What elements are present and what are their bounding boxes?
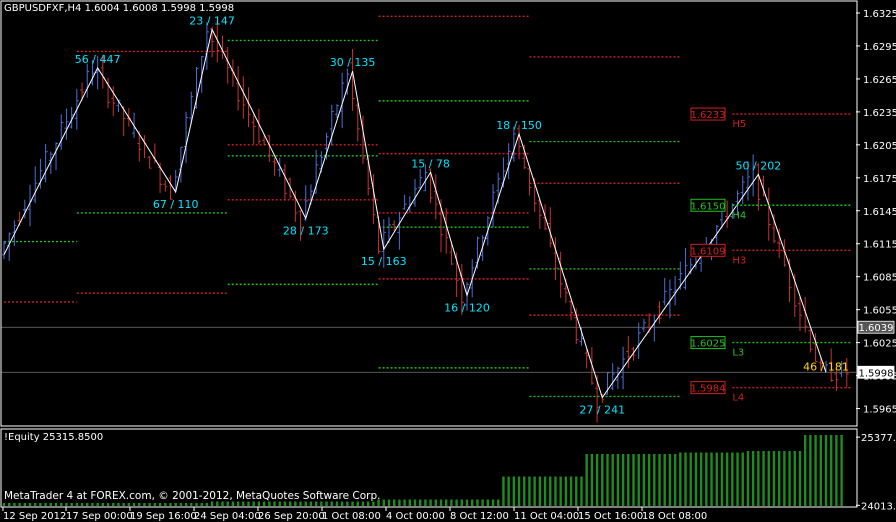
price-tag-label: 1.6039 (859, 323, 894, 334)
y-tick-label: 1.6115 (863, 240, 896, 251)
swing-label: 18 / 150 (496, 119, 542, 132)
swing-label: 15 / 163 (361, 255, 407, 268)
pivot-name: H4 (732, 210, 746, 221)
x-tick-label: 15 Oct 16:00 (578, 511, 643, 522)
x-tick-label: 11 Oct 04:00 (514, 511, 579, 522)
swing-label: 50 / 202 (736, 159, 782, 172)
x-tick-label: 26 Sep 20:00 (258, 511, 325, 522)
y-tick-label: 1.5965 (863, 405, 896, 416)
pivot-tag: 1.6025 (691, 339, 726, 350)
pivot-name: L3 (732, 348, 744, 359)
pivot-tag: 1.5984 (691, 384, 726, 395)
swing-label: 23 / 147 (189, 14, 235, 27)
equity-tick-label: 25377.8 (861, 433, 896, 444)
y-tick-label: 1.6145 (863, 207, 896, 218)
x-tick-label: 12 Sep 2012 (3, 511, 66, 522)
price-tag-label: 1.5998 (859, 368, 894, 379)
y-tick-label: 1.6295 (863, 42, 896, 53)
y-tick-label: 1.6055 (863, 306, 896, 317)
pivot-tag: 1.6233 (691, 110, 726, 121)
chart-background (0, 0, 896, 522)
y-tick-label: 1.6265 (863, 75, 896, 86)
equity-tick-label: 24013.8 (861, 501, 896, 512)
x-tick-label: 1 Oct 08:00 (322, 511, 381, 522)
pivot-tag: 1.6150 (691, 201, 726, 212)
y-tick-label: 1.6325 (863, 9, 896, 20)
y-tick-label: 1.6175 (863, 174, 896, 185)
x-tick-label: 17 Sep 00:00 (66, 511, 133, 522)
swing-label: 16 / 120 (444, 301, 490, 314)
pivot-name: L4 (732, 393, 744, 404)
swing-label: 15 / 78 (411, 157, 450, 170)
y-tick-label: 1.6205 (863, 141, 896, 152)
copyright-text: MetaTrader 4 at FOREX.com, © 2001-2012, … (4, 490, 381, 502)
swing-label: 30 / 135 (330, 56, 376, 69)
y-tick-label: 1.6235 (863, 108, 896, 119)
swing-label: 27 / 241 (579, 404, 625, 417)
swing-label: 28 / 173 (283, 224, 329, 237)
x-tick-label: 18 Oct 08:00 (642, 511, 707, 522)
metatrader-chart-window[interactable]: 56 / 447 67 / 110 23 / 147 28 / 173 30 / 135… (0, 0, 896, 522)
swing-label: 67 / 110 (153, 198, 199, 211)
swing-label: 56 / 447 (75, 53, 121, 66)
y-tick-label: 1.6085 (863, 273, 896, 284)
equity-indicator-title: !Equity 25315.8500 (4, 432, 104, 443)
y-tick-label: 1.6025 (863, 339, 896, 350)
pivot-name: H3 (732, 255, 746, 266)
pivot-name: H5 (732, 119, 746, 130)
x-tick-label: 4 Oct 00:00 (386, 511, 445, 522)
x-tick-label: 19 Sep 16:00 (130, 511, 197, 522)
pivot-tag: 1.6109 (691, 246, 726, 257)
chart-title: GBPUSDFXF,H4 1.6004 1.6008 1.5998 1.5998 (4, 3, 235, 14)
x-tick-label: 24 Sep 04:00 (194, 511, 261, 522)
swing-label: 46 / 181 (803, 360, 849, 373)
x-tick-label: 8 Oct 12:00 (450, 511, 509, 522)
